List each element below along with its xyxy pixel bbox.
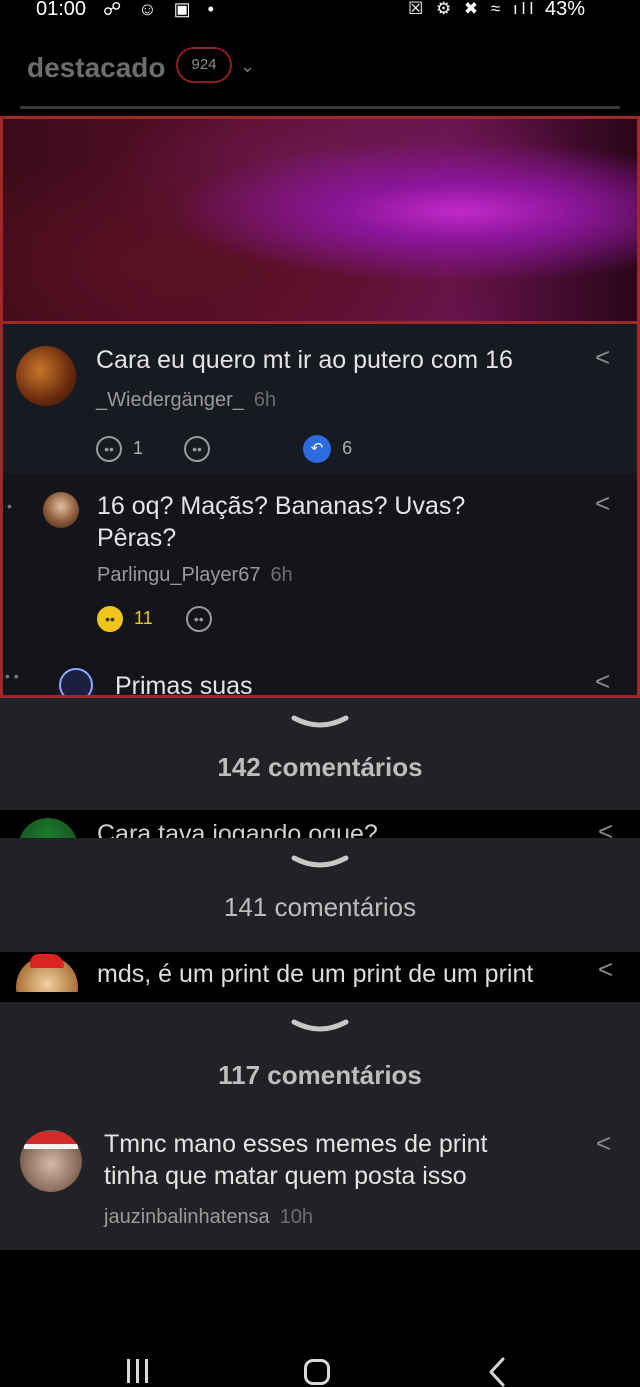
avatar[interactable] — [43, 492, 79, 528]
thread-comment-2: • 16 oq? Maçãs? Bananas? Uvas? Pêras? Pa… — [3, 476, 637, 646]
notification-icons: ☍ ☺ ▣ • — [103, 0, 220, 19]
comment-count[interactable]: 142 comentários — [0, 752, 640, 783]
header: destacado 924 ⌄ — [0, 30, 640, 112]
username[interactable]: Parlingu_Player67 — [97, 564, 260, 586]
battery-indicator: 43% — [545, 0, 586, 20]
divider — [20, 106, 620, 109]
post-image[interactable]: Cara eu quero mt ir ao putero com 16 _Wi… — [0, 116, 640, 698]
recent-apps-button[interactable] — [125, 1359, 151, 1383]
comment-meta: _Wiedergänger_ 6h — [96, 389, 276, 412]
photo-scene — [3, 119, 637, 324]
expand-chevron-icon[interactable] — [290, 714, 350, 734]
preview-text: mds, é um print de um print de um print — [97, 960, 534, 988]
expand-chevron-icon[interactable] — [290, 854, 350, 874]
comment-text: Cara eu quero mt ir ao putero com 16 — [96, 346, 513, 374]
share-icon[interactable]: < — [596, 1128, 611, 1159]
comment-text-line-2: tinha que matar quem posta isso — [104, 1162, 467, 1190]
system-icons: ☒ ⚙ ✖ ≈ ıll — [408, 0, 538, 18]
comments-panel-3: 117 comentários Tmnc mano esses memes de… — [0, 1002, 640, 1250]
next-post-preview[interactable]: Cara tava jogando oque? < — [0, 810, 640, 838]
comment-text-line-1: 16 oq? Maçãs? Bananas? Uvas? — [97, 492, 466, 520]
reply-icon[interactable]: ↶ — [303, 435, 332, 463]
system-nav-bar — [0, 1345, 640, 1387]
share-icon[interactable]: < — [595, 488, 610, 519]
share-icon[interactable]: < — [598, 816, 613, 838]
count-badge: 924 — [176, 47, 232, 83]
avatar — [18, 818, 78, 838]
comments-panel-1: 142 comentários — [0, 698, 640, 810]
comment-text: Primas suas — [115, 672, 253, 698]
top-comment: Tmnc mano esses memes de print tinha que… — [0, 1122, 640, 1250]
comments-panel-2: 141 comentários — [0, 838, 640, 952]
timestamp: 10h — [279, 1206, 314, 1228]
comment-meta: Parlingu_Player67 6h — [97, 564, 293, 587]
comment-text-line-1: Tmnc mano esses memes de print — [104, 1130, 488, 1158]
reactions: •• 11 •• — [97, 606, 212, 632]
share-icon[interactable]: < — [598, 954, 613, 985]
avatar[interactable] — [16, 346, 76, 406]
username[interactable]: _Wiedergänger_ — [96, 389, 244, 411]
thread-comment-3: • • Primas suas < — [3, 646, 637, 698]
avatar[interactable] — [20, 1130, 82, 1192]
home-button[interactable] — [304, 1359, 330, 1385]
comment-count[interactable]: 117 comentários — [0, 1060, 640, 1091]
status-time: 01:00 — [36, 0, 87, 20]
timestamp: 6h — [253, 389, 277, 411]
thread-dots: • • — [5, 668, 19, 684]
frown-icon[interactable]: •• — [185, 606, 212, 632]
hat-trim — [24, 1144, 78, 1149]
thread-dot: • — [7, 498, 12, 514]
back-button[interactable] — [488, 1357, 506, 1387]
reactions: •• 1 •• ↶ 6 — [96, 435, 352, 463]
share-icon[interactable]: < — [595, 342, 610, 373]
santa-hat-icon — [30, 954, 64, 968]
share-icon[interactable]: < — [595, 666, 610, 695]
status-bar: 01:00 ☍ ☺ ▣ • ☒ ⚙ ✖ ≈ ıll 43% — [0, 0, 640, 24]
expand-chevron-icon[interactable] — [290, 1018, 350, 1038]
next-post-preview[interactable]: mds, é um print de um print de um print … — [0, 952, 640, 992]
thread-comment-1: Cara eu quero mt ir ao putero com 16 _Wi… — [3, 324, 637, 474]
reply-count: 6 — [342, 437, 353, 458]
timestamp: 6h — [270, 564, 293, 586]
smile-icon[interactable]: •• — [96, 436, 122, 462]
username[interactable]: jauzinbalinhatensa — [104, 1206, 270, 1228]
avatar[interactable] — [59, 668, 93, 695]
page-title[interactable]: destacado — [27, 52, 166, 84]
comment-text-line-2: Pêras? — [97, 524, 177, 552]
like-count: 1 — [133, 437, 144, 458]
preview-text: Cara tava jogando oque? — [97, 820, 378, 838]
comment-count[interactable]: 141 comentários — [0, 892, 640, 923]
like-count: 11 — [134, 607, 153, 628]
smile-icon[interactable]: •• — [97, 606, 123, 632]
frown-icon[interactable]: •• — [184, 436, 211, 462]
chevron-down-icon[interactable]: ⌄ — [240, 56, 255, 77]
comment-meta: jauzinbalinhatensa 10h — [104, 1206, 313, 1229]
